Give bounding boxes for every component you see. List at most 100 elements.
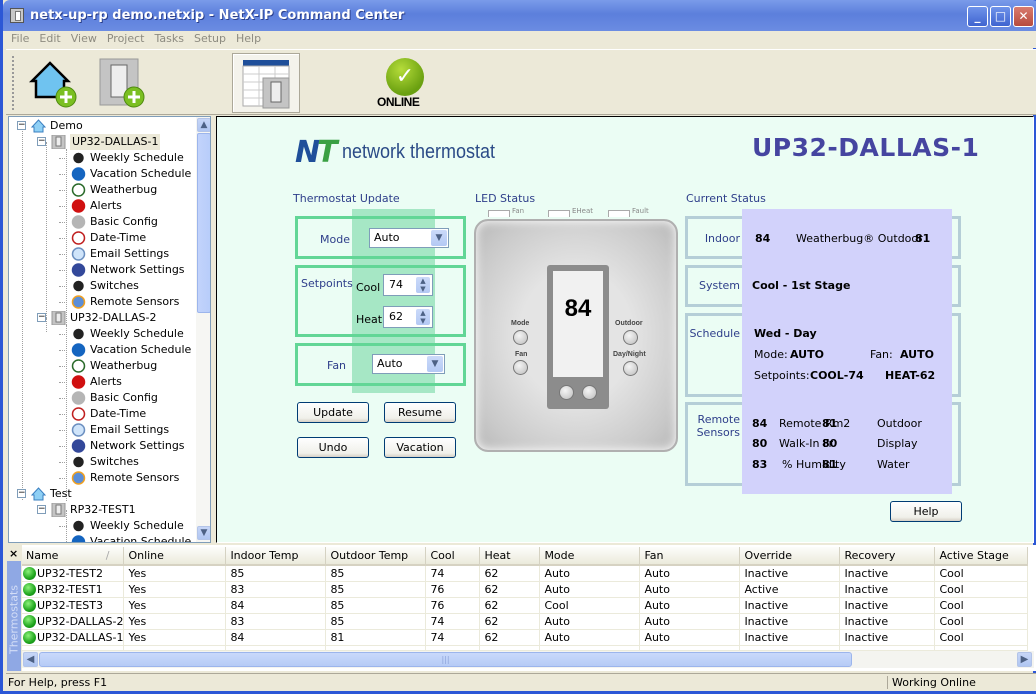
scroll-thumb[interactable]	[197, 133, 210, 313]
cool-setpoint-input[interactable]: 74 ▲ ▼	[383, 274, 433, 296]
column-header-mode[interactable]: Mode	[539, 547, 641, 566]
update-button[interactable]: Update	[297, 402, 369, 423]
grid-scroll-thumb[interactable]: |||	[39, 652, 852, 667]
collapse-toggle-icon[interactable]: −	[37, 505, 46, 514]
column-header-indoor-temp[interactable]: Indoor Temp	[225, 547, 327, 566]
cell-recovery: Inactive	[839, 581, 936, 598]
tree-item-weekly-schedule[interactable]: Weekly Schedule	[9, 150, 194, 166]
down-arrow-button[interactable]	[559, 385, 574, 400]
chevron-down-icon[interactable]: ▼	[431, 230, 447, 246]
column-header-recovery[interactable]: Recovery	[839, 547, 936, 566]
tree-item-alerts[interactable]: Alerts	[9, 374, 194, 390]
grid-horizontal-scrollbar[interactable]: ◀ ||| ▶	[22, 651, 1034, 668]
tree-device[interactable]: − UP32-DALLAS-1	[9, 134, 194, 150]
collapse-toggle-icon[interactable]: −	[17, 489, 26, 498]
column-header-outdoor-temp[interactable]: Outdoor Temp	[325, 547, 427, 566]
tree-item-vacation-schedule[interactable]: Vacation Schedule	[9, 166, 194, 182]
tree-item-basic-config[interactable]: Basic Config	[9, 214, 194, 230]
thermostat-daynight-button[interactable]	[623, 361, 638, 376]
thermostat-fan-button[interactable]	[513, 360, 528, 375]
maximize-button[interactable]: □	[990, 6, 1011, 27]
column-header-cool[interactable]: Cool	[425, 547, 481, 566]
outdoor-label: Weatherbug® Outdoor	[796, 232, 923, 245]
tree-item-date-time[interactable]: Date-Time	[9, 406, 194, 422]
tree-device[interactable]: − UP32-DALLAS-2	[9, 310, 194, 326]
thermostat-mode-button[interactable]	[513, 330, 528, 345]
spinner-arrows-icon[interactable]: ▲ ▼	[416, 309, 430, 325]
tree-scrollbar[interactable]: ▲ ▼	[196, 117, 210, 542]
menu-file[interactable]: File	[6, 31, 34, 45]
column-header-name[interactable]: Name /	[22, 547, 125, 566]
tree-item-label: Alerts	[90, 375, 122, 388]
table-row[interactable]: UP32-TEST2 Yes 85 85 74 62 Auto Auto Inactive Ina…	[22, 565, 1029, 582]
column-header-online[interactable]: Online	[123, 547, 227, 566]
mode-select[interactable]: Auto ▼	[369, 228, 449, 248]
tree-device[interactable]: − RP32-TEST1	[9, 502, 194, 518]
add-thermostat-button[interactable]	[98, 53, 158, 113]
tree-item-network-settings[interactable]: Network Settings	[9, 262, 194, 278]
table-row[interactable]: RP32-TEST1 Yes 83 85 76 62 Auto Auto Active Inact…	[22, 581, 1029, 598]
up-arrow-button[interactable]	[582, 385, 597, 400]
thermostat-view-button[interactable]	[232, 53, 300, 113]
toolbar-grip[interactable]	[12, 56, 15, 110]
tree-item-email-settings[interactable]: Email Settings	[9, 422, 194, 438]
cell-indoor-temp: 83	[225, 581, 327, 598]
tree-item-email-settings[interactable]: Email Settings	[9, 246, 194, 262]
tree-item-date-time[interactable]: Date-Time	[9, 230, 194, 246]
spinner-arrows-icon[interactable]: ▲ ▼	[416, 277, 430, 293]
scroll-left-icon[interactable]: ◀	[23, 652, 38, 667]
collapse-toggle-icon[interactable]: −	[37, 137, 46, 146]
undo-button[interactable]: Undo	[297, 437, 369, 458]
column-header-override[interactable]: Override	[739, 547, 841, 566]
fan-select[interactable]: Auto ▼	[372, 354, 445, 374]
tree-site[interactable]: − Demo	[9, 118, 194, 134]
cell-value: 62	[484, 630, 499, 644]
tree-item-weekly-schedule[interactable]: Weekly Schedule	[9, 518, 194, 534]
column-header-active-stage[interactable]: Active Stage	[934, 547, 1029, 566]
collapse-toggle-icon[interactable]: −	[17, 121, 26, 130]
table-row[interactable]: UP32-DALLAS-1 Yes 84 81 74 62 Auto Auto Inactive…	[22, 629, 1029, 646]
cell-name: UP32-DALLAS-2	[22, 613, 125, 630]
tree-item-basic-config[interactable]: Basic Config	[9, 390, 194, 406]
thermostats-tab[interactable]: Thermostats	[7, 561, 21, 671]
resume-button[interactable]: Resume	[384, 402, 456, 423]
menu-help[interactable]: Help	[231, 31, 266, 45]
tree-item-remote-sensors[interactable]: Remote Sensors	[9, 294, 194, 310]
tree-item-switches[interactable]: Switches	[9, 454, 194, 470]
heat-setpoint-input[interactable]: 62 ▲ ▼	[383, 306, 433, 328]
menu-project[interactable]: Project	[102, 31, 150, 45]
tree-item-weekly-schedule[interactable]: Weekly Schedule	[9, 326, 194, 342]
menu-edit[interactable]: Edit	[34, 31, 65, 45]
column-header-heat[interactable]: Heat	[479, 547, 541, 566]
help-button[interactable]: Help	[890, 501, 962, 522]
tree-item-alerts[interactable]: Alerts	[9, 198, 194, 214]
chevron-down-icon[interactable]: ▼	[427, 356, 443, 372]
tree-item-vacation-schedule[interactable]: Vacation Schedule	[9, 342, 194, 358]
tree-item-label: Date-Time	[90, 231, 147, 244]
add-site-button[interactable]	[26, 53, 86, 113]
tree-site[interactable]: − Test	[9, 486, 194, 502]
collapse-toggle-icon[interactable]: −	[37, 313, 46, 322]
tree-item-vacation-schedule[interactable]: Vacation Schedule	[9, 534, 194, 542]
menu-view[interactable]: View	[66, 31, 102, 45]
vacation-button[interactable]: Vacation	[384, 437, 456, 458]
table-row[interactable]: UP32-TEST3 Yes 84 85 76 62 Cool Auto Inactive Ina…	[22, 597, 1029, 614]
tree-item-weatherbug[interactable]: Weatherbug	[9, 358, 194, 374]
thermostat-outdoor-button[interactable]	[623, 330, 638, 345]
close-pane-icon[interactable]: ×	[9, 547, 18, 560]
scroll-up-icon[interactable]: ▲	[197, 118, 210, 132]
column-header-fan[interactable]: Fan	[639, 547, 741, 566]
table-row[interactable]: UP32-DALLAS-2 Yes 83 85 74 62 Auto Auto Inactive…	[22, 613, 1029, 630]
menu-tasks[interactable]: Tasks	[149, 31, 188, 45]
close-button[interactable]: ✕	[1013, 6, 1034, 27]
title-bar[interactable]: netx-up-rp demo.netxip - NetX-IP Command…	[3, 0, 1036, 31]
tree-item-weatherbug[interactable]: Weatherbug	[9, 182, 194, 198]
menu-setup[interactable]: Setup	[189, 31, 231, 45]
scroll-down-icon[interactable]: ▼	[197, 526, 210, 540]
tree-item-remote-sensors[interactable]: Remote Sensors	[9, 470, 194, 486]
minimize-button[interactable]: _	[967, 6, 988, 27]
house-icon	[30, 487, 47, 501]
tree-item-network-settings[interactable]: Network Settings	[9, 438, 194, 454]
tree-item-switches[interactable]: Switches	[9, 278, 194, 294]
scroll-right-icon[interactable]: ▶	[1017, 652, 1032, 667]
